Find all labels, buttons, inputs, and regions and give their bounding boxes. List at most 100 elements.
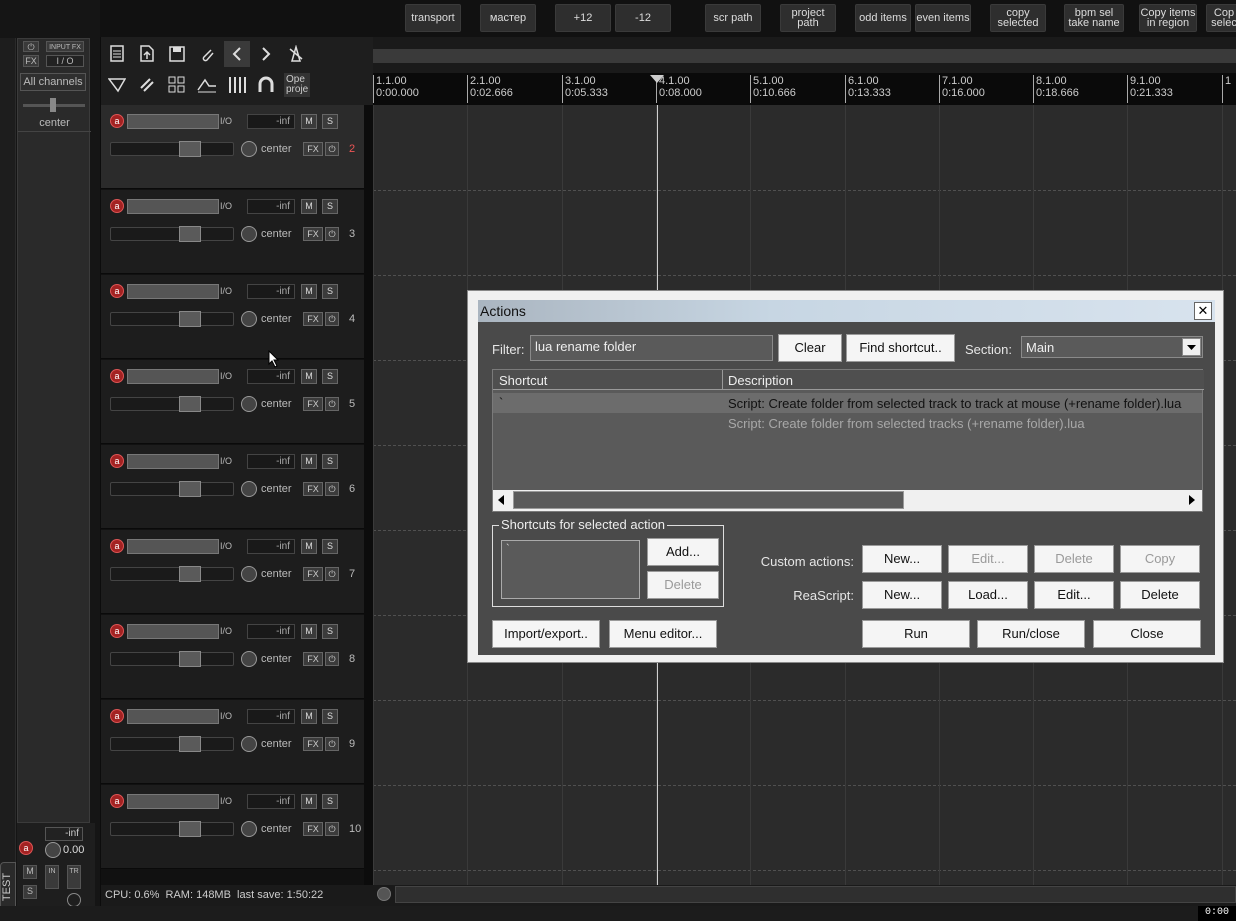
fx-button[interactable]: FX (303, 482, 323, 496)
filter-input[interactable]: lua rename folder (530, 335, 773, 361)
find-shortcut-button[interactable]: Find shortcut.. (846, 334, 955, 362)
track-6[interactable]: a I/O -inf M S center FX ⏻ 6 (101, 445, 364, 529)
toolbar-plus12-button[interactable]: +12 (555, 4, 611, 32)
fx-button[interactable]: FX (303, 397, 323, 411)
custom-copy-button[interactable]: Copy (1120, 545, 1200, 573)
toolbar-project-path-button[interactable]: project path (780, 4, 836, 32)
track-name-field[interactable] (127, 709, 219, 724)
track-name-field[interactable] (127, 114, 219, 129)
pan-knob[interactable] (241, 736, 257, 752)
toolbar-copy-items-region-button[interactable]: Copy items in region (1139, 4, 1197, 32)
pan-knob[interactable] (241, 396, 257, 412)
bottom-phase-icon[interactable] (67, 893, 81, 907)
master-pan-handle[interactable] (50, 98, 56, 112)
volume-fader[interactable] (110, 141, 234, 157)
toolbar-bpm-sel-button[interactable]: bpm sel take name (1064, 4, 1124, 32)
bottom-in-button[interactable]: IN (45, 865, 59, 889)
section-dropdown-icon[interactable] (1182, 338, 1201, 356)
bottom-mute-button[interactable]: M (23, 865, 37, 879)
delete-shortcut-button[interactable]: Delete (647, 571, 719, 599)
volume-fader[interactable] (110, 481, 234, 497)
run-button[interactable]: Run (862, 620, 970, 648)
timeline-ruler[interactable]: 1.1.00 0:00.000 2.1.00 0:02.666 3.1.00 0:05.3… (373, 73, 1236, 105)
volume-fader-handle[interactable] (179, 821, 201, 837)
run-close-button[interactable]: Run/close (977, 620, 1085, 648)
mute-button[interactable]: M (301, 709, 317, 724)
solo-button[interactable]: S (322, 199, 338, 214)
track-4[interactable]: a I/O -inf M S center FX ⏻ 4 (101, 275, 364, 359)
clear-button[interactable]: Clear (778, 334, 842, 362)
grid-icon[interactable] (164, 72, 190, 98)
link-icon[interactable] (134, 72, 160, 98)
volume-fader[interactable] (110, 821, 234, 837)
solo-button[interactable]: S (322, 709, 338, 724)
volume-fader-handle[interactable] (179, 566, 201, 582)
fx-bypass-icon[interactable]: ⏻ (325, 822, 339, 836)
metronome-icon[interactable] (283, 41, 309, 67)
record-arm-button[interactable]: a (110, 369, 124, 383)
fx-button[interactable]: FX (303, 142, 323, 156)
volume-fader-handle[interactable] (179, 226, 201, 242)
mute-button[interactable]: M (301, 794, 317, 809)
toolbar-scr-path-button[interactable]: scr path (705, 4, 761, 32)
fx-button[interactable]: FX (303, 227, 323, 241)
fx-bypass-icon[interactable]: ⏻ (325, 312, 339, 326)
input-fx-button[interactable]: INPUT FX (46, 41, 84, 52)
solo-button[interactable]: S (322, 369, 338, 384)
add-shortcut-button[interactable]: Add... (647, 538, 719, 566)
action-row-1[interactable]: ` Script: Create folder from selected tr… (493, 393, 1202, 413)
col-header-shortcut[interactable]: Shortcut (493, 370, 723, 390)
pan-knob[interactable] (241, 226, 257, 242)
record-arm-button[interactable]: a (110, 624, 124, 638)
section-select[interactable]: Main (1021, 336, 1203, 358)
open-project-icon[interactable] (134, 41, 160, 67)
menu-editor-button[interactable]: Menu editor... (609, 620, 717, 648)
master-fx-button[interactable]: FX (23, 55, 39, 67)
fx-bypass-icon[interactable]: ⏻ (325, 737, 339, 751)
reascript-new-button[interactable]: New... (862, 581, 942, 609)
io-button[interactable]: I/O (220, 371, 232, 381)
io-button[interactable]: I/O (220, 116, 232, 126)
pan-knob[interactable] (241, 311, 257, 327)
solo-button[interactable]: S (322, 624, 338, 639)
track-8[interactable]: a I/O -inf M S center FX ⏻ 8 (101, 615, 364, 699)
envelope-icon[interactable] (194, 72, 220, 98)
fx-button[interactable]: FX (303, 652, 323, 666)
pan-knob[interactable] (241, 821, 257, 837)
io-button[interactable]: I/O (220, 626, 232, 636)
record-arm-button[interactable]: a (110, 199, 124, 213)
volume-fader[interactable] (110, 736, 234, 752)
volume-fader[interactable] (110, 651, 234, 667)
open-project-button[interactable]: Ope proje (284, 73, 310, 97)
track-3[interactable]: a I/O -inf M S center FX ⏻ 3 (101, 190, 364, 274)
io-button[interactable]: I/O (220, 711, 232, 721)
horizontal-scrollbar[interactable] (395, 886, 1236, 903)
volume-fader-handle[interactable] (179, 651, 201, 667)
mute-button[interactable]: M (301, 199, 317, 214)
shortcuts-list[interactable]: ` (501, 540, 640, 599)
toolbar-minus12-button[interactable]: -12 (615, 4, 671, 32)
master-io-button[interactable]: I / O (46, 55, 84, 67)
actions-list[interactable]: Shortcut Description ` Script: Create fo… (492, 369, 1204, 512)
fx-button[interactable]: FX (303, 567, 323, 581)
mute-button[interactable]: M (301, 539, 317, 554)
record-arm-button[interactable]: a (110, 454, 124, 468)
custom-delete-button[interactable]: Delete (1034, 545, 1114, 573)
track-7[interactable]: a I/O -inf M S center FX ⏻ 7 (101, 530, 364, 614)
fx-bypass-icon[interactable]: ⏻ (325, 482, 339, 496)
filter-icon[interactable] (104, 72, 130, 98)
track-5[interactable]: a I/O -inf M S center FX ⏻ 5 (101, 360, 364, 444)
fx-bypass-icon[interactable]: ⏻ (325, 142, 339, 156)
all-channels-button[interactable]: All channels (20, 73, 86, 91)
list-horizontal-scrollbar[interactable] (493, 490, 1202, 511)
record-arm-button[interactable]: a (110, 539, 124, 553)
reascript-load-button[interactable]: Load... (948, 581, 1028, 609)
bottom-record-arm-button[interactable]: a (19, 841, 33, 855)
record-arm-button[interactable]: a (110, 114, 124, 128)
scroll-right-arrow-icon[interactable] (1187, 493, 1197, 510)
track-name-field[interactable] (127, 454, 219, 469)
solo-button[interactable]: S (322, 539, 338, 554)
io-button[interactable]: I/O (220, 541, 232, 551)
solo-button[interactable]: S (322, 284, 338, 299)
list-scroll-thumb[interactable] (513, 491, 904, 509)
